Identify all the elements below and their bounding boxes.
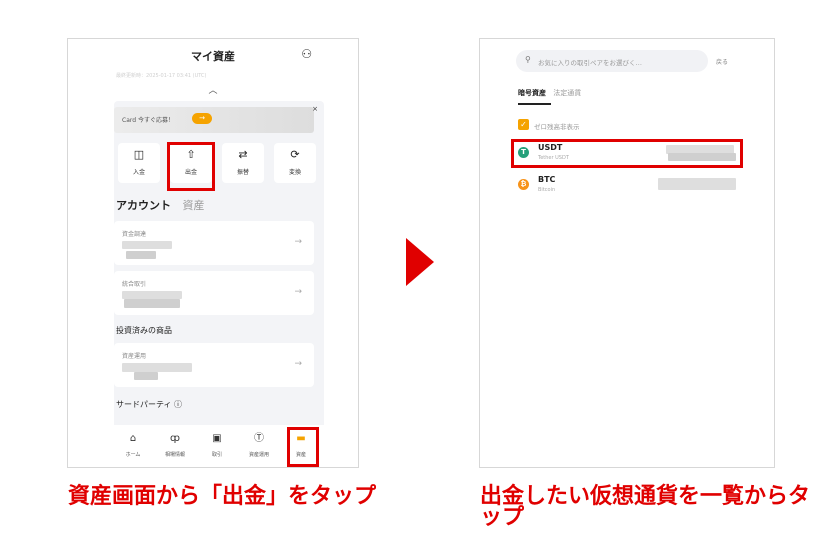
invested-title: 投資済みの商品 [116,326,172,335]
bitcoin-icon: ₿ [518,179,529,190]
next-step-arrow-icon [406,238,434,286]
checkbox-icon[interactable]: ✓ [518,119,529,130]
tab-assets[interactable]: 資産 [183,199,205,212]
convert-button[interactable]: ⟳ 変換 [274,143,316,183]
action-row: ◫ 入金 ⇧ 出金 ⇄ 振替 ⟳ 変換 [114,143,324,183]
trade-icon: ▣ [212,433,222,444]
nav-trade[interactable]: ▣ 取引 [198,433,236,458]
page-title: マイ資産 [191,50,235,63]
account-earn[interactable]: 資産運用 → [114,343,314,387]
arrow-right-icon: → [294,359,302,369]
account-tabs: アカウント 資産 [116,197,205,213]
highlight-assets-nav [287,427,319,467]
account-unified[interactable]: 統合取引 → [114,271,314,315]
tab-fiat[interactable]: 法定通貨 [553,89,581,97]
tab-account[interactable]: アカウント [116,199,171,212]
earn-icon: Ⓣ [254,433,264,444]
transfer-icon: ⇄ [238,148,248,161]
home-icon: ⌂ [129,433,137,444]
search-icon: ⚲ [525,55,531,64]
transfer-button[interactable]: ⇄ 振替 [222,143,264,183]
arrow-right-icon: → [294,237,302,247]
arrow-right-icon: → [294,287,302,297]
user-settings-icon[interactable]: ⚇ [301,47,312,61]
convert-icon: ⟳ [290,148,300,161]
highlight-usdt-row [511,139,743,168]
account-funding[interactable]: 資金調達 → [114,221,314,265]
close-icon[interactable]: × [312,105,318,113]
coin-row-btc[interactable]: ₿ BTC Bitcoin [518,175,738,199]
highlight-withdraw [167,142,215,191]
caption-right: 出金したい仮想通貨を一覧からタップ [480,484,811,530]
tab-underline [518,103,551,105]
deposit-button[interactable]: ◫ 入金 [118,143,160,183]
last-updated: 最終更新時：2025-01-17 03:41 (UTC) [116,73,207,79]
caption-left: 資産画面から「出金」をタップ [68,484,377,509]
banner-text: Card 今すぐ応募！ [122,117,174,124]
assets-screen: マイ資産 ⚇ 最終更新時：2025-01-17 03:41 (UTC) ︿ Ca… [67,38,359,468]
nav-earn[interactable]: Ⓣ 資産運用 [240,433,278,458]
coin-select-screen: ⚲ お気に入りの取引ペアをお選びく… 戻る 暗号資産 法定通貨 ✓ ゼロ残高非表… [479,38,775,468]
nav-markets[interactable]: ȹ 相場情報 [156,433,194,458]
currency-tabs: 暗号資産 法定通貨 [518,88,581,98]
chevron-up-icon[interactable]: ︿ [68,83,358,96]
wallet-icon: ◫ [133,148,145,161]
tab-crypto[interactable]: 暗号資産 [518,89,546,97]
third-party-title: サードパーティ ⓘ [116,400,183,409]
search-input[interactable]: ⚲ お気に入りの取引ペアをお選びく… [516,50,708,72]
arrow-right-icon[interactable]: → [192,113,212,124]
assets-panel: Card 今すぐ応募！ → × ◫ 入金 ⇧ 出金 ⇄ 振替 ⟳ 変換 アカウン… [114,101,324,467]
card-banner[interactable]: Card 今すぐ応募！ → [114,107,314,133]
candlestick-icon: ȹ [170,433,180,444]
back-button[interactable]: 戻る [716,57,728,66]
nav-home[interactable]: ⌂ ホーム [114,433,152,458]
